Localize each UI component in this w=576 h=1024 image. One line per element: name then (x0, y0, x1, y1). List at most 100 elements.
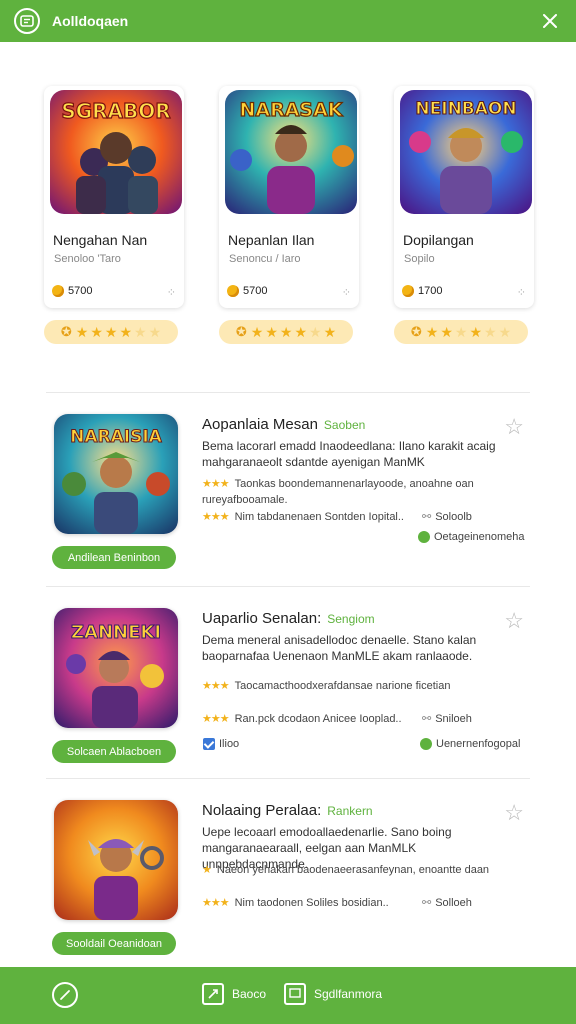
rating-stars: ★ (202, 864, 212, 876)
coin-count: 5700 (227, 285, 267, 297)
compass-icon[interactable] (52, 982, 78, 1008)
link-icon: ⚯ (422, 713, 432, 725)
game-description: Dema meneral anisadellodoc denaelle. Sta… (202, 633, 477, 663)
play-button[interactable]: Solcaen Ablacboen (52, 740, 176, 763)
coin-value: 5700 (243, 285, 268, 297)
status-info[interactable]: Oetageinenomeha (418, 531, 525, 543)
play-button[interactable]: Sooldail Oeanidoan (52, 932, 176, 955)
link-label: Solloeh (435, 896, 472, 909)
star-empty-icon: ★ (454, 323, 468, 340)
status-icon (420, 738, 432, 750)
share-icon[interactable]: ⁘ (167, 286, 176, 299)
featured-card-body[interactable]: SGRABOR Nengahan Nan Senoloo 'Taro 5700 … (44, 86, 184, 308)
status-label: Oetageinenomeha (434, 531, 525, 543)
divider (46, 778, 530, 779)
star-icon: ★ (119, 323, 133, 340)
game-meta: ★ Naeon yehakan baodenaeerasanfeynan, eno… (202, 862, 502, 878)
check-label: Ilioo (219, 738, 240, 750)
game-thumbnail[interactable]: NARAISIA (54, 414, 178, 534)
game-title-text: Aopanlaia Mesan (202, 416, 318, 433)
game-title-text: Nolaaing Peralaa: (202, 802, 322, 819)
game-thumbnail[interactable]: ZANNEKI (54, 608, 178, 728)
link-label: Soloolb (435, 510, 472, 523)
game-meta-2: ★★★ Ran.pck dcodaon Anicee Iooplad.. (202, 712, 402, 725)
status-label: Uenernenfogopal (436, 738, 521, 750)
share-icon[interactable]: ⁘ (517, 286, 526, 299)
game-title-art: ZANNEKI (71, 622, 161, 643)
game-title: Uaparlio Senalan: Sengiom (202, 610, 375, 627)
badge-icon: ✪ (235, 324, 247, 339)
game-title-art: NEINBAON (415, 99, 516, 119)
game-name: Dopilangan (403, 232, 474, 248)
game-meta-2: ★★★ Nim taodonen Soliles bosidian.. (202, 896, 389, 909)
list-item[interactable]: ZANNEKI Solcaen Ablacboen Uaparlio Senal… (46, 608, 530, 778)
game-subtitle: Senoncu / Iaro (229, 253, 301, 265)
featured-card[interactable]: NEINBAON Dopilangan Sopilo 1700 ⁘ ✪ ★ ★ ★ ★… (394, 86, 534, 344)
window-icon (284, 983, 306, 1005)
bottom-action-2-label: Sgdlfanmora (314, 987, 383, 1001)
coin-icon (227, 285, 239, 297)
app-logo-icon[interactable] (14, 8, 40, 34)
link-info[interactable]: ⚯ Soloolb (422, 510, 472, 524)
star-empty-icon: ★ (148, 323, 162, 340)
star-icon: ★ (323, 323, 337, 340)
checkbox-icon[interactable] (203, 738, 215, 750)
badge-icon: ✪ (410, 324, 422, 339)
game-meta-text: Taonkas boondemannenarlayoode, anoahne o… (202, 478, 474, 506)
link-label: Sniloeh (435, 712, 472, 725)
play-button[interactable]: Andilean Beninbon (52, 546, 176, 569)
rating-stars: ★★★ (202, 478, 230, 490)
bottom-action-2[interactable]: Sgdlfanmora (284, 983, 382, 1005)
check-option[interactable]: Ilioo (203, 738, 239, 750)
share-icon[interactable]: ⁘ (342, 286, 351, 299)
game-meta-2: ★★★ Nim tabdanenaen Sontden Iopital.. (202, 510, 404, 523)
link-info[interactable]: ⚯ Solloeh (422, 896, 472, 910)
game-meta: ★★★ Taocamacthoodxerafdansae narione fice… (202, 678, 502, 694)
link-info[interactable]: ⚯ Sniloeh (422, 712, 472, 726)
status-icon (418, 531, 430, 543)
list-item[interactable]: NARAISIA Andilean Beninbon Aopanlaia Mes… (46, 414, 530, 584)
divider (46, 586, 530, 587)
featured-card-body[interactable]: NARASAK Nepanlan Ilan Senoncu / Iaro 570… (219, 86, 359, 308)
star-half-icon: ★ (309, 323, 322, 340)
list-item[interactable]: Sooldail Oeanidoan Nolaaing Peralaa: Rank… (46, 800, 530, 970)
game-thumbnail[interactable]: NARASAK (225, 90, 357, 214)
game-tag: Sengiom (327, 612, 375, 626)
rating-pill: ✪ ★ ★ ★ ★ ★ ★ (219, 320, 353, 344)
game-thumbnail[interactable] (54, 800, 178, 920)
game-title-art: NARAISIA (70, 427, 163, 447)
favorite-star-icon[interactable]: ☆ (504, 414, 524, 440)
game-title-text: Uaparlio Senalan: (202, 610, 322, 627)
game-thumbnail[interactable]: SGRABOR (50, 90, 182, 214)
rating-stars: ★★★ (202, 680, 230, 692)
bottom-action-1[interactable]: Baoco (202, 983, 266, 1005)
top-bar: Aolldoqaen (0, 0, 576, 42)
game-meta-text: Ran.pck dcodaon Anicee Iooplad.. (234, 713, 402, 725)
close-icon[interactable] (538, 9, 562, 33)
game-tag: Rankern (327, 804, 373, 818)
star-icon: ★ (469, 323, 483, 340)
game-meta-text: Taocamacthoodxerafdansae narione ficetia… (234, 680, 451, 692)
featured-card[interactable]: NARASAK Nepanlan Ilan Senoncu / Iaro 570… (219, 86, 359, 344)
game-title: Aopanlaia Mesan Saoben (202, 416, 365, 433)
rating-stars: ★★★ (202, 511, 230, 523)
game-meta-text: Nim taodonen Soliles bosidian.. (234, 897, 389, 909)
featured-card-body[interactable]: NEINBAON Dopilangan Sopilo 1700 ⁘ (394, 86, 534, 308)
star-icon: ★ (250, 323, 264, 340)
star-icon: ★ (75, 323, 89, 340)
coin-value: 5700 (68, 285, 93, 297)
rating-stars: ★★★ (202, 713, 230, 725)
favorite-star-icon[interactable]: ☆ (504, 608, 524, 634)
game-subtitle: Sopilo (404, 253, 435, 265)
expand-icon (202, 983, 224, 1005)
star-half-icon: ★ (134, 323, 147, 340)
coin-icon (52, 285, 64, 297)
status-info[interactable]: Uenernenfogopal (420, 738, 520, 750)
rating-pill: ✪ ★ ★ ★ ★ ★ ★ (44, 320, 178, 344)
favorite-star-icon[interactable]: ☆ (504, 800, 524, 826)
game-thumbnail[interactable]: NEINBAON (400, 90, 532, 214)
badge-icon: ✪ (60, 324, 72, 339)
featured-card[interactable]: SGRABOR Nengahan Nan Senoloo 'Taro 5700 … (44, 86, 184, 344)
star-empty-icon: ★ (498, 323, 512, 340)
coin-icon (402, 285, 414, 297)
